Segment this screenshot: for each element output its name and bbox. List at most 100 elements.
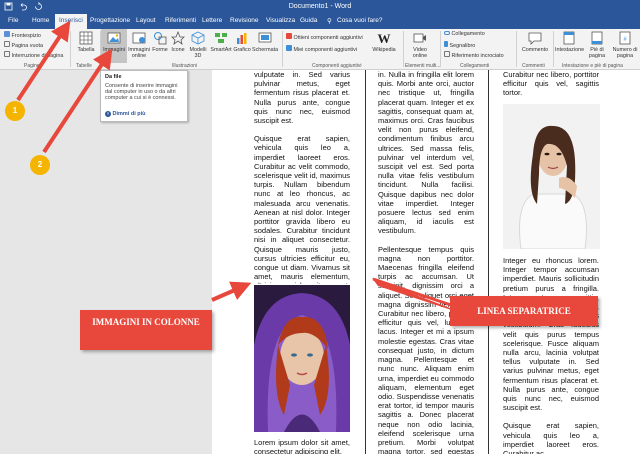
tooltip-more-label: Dimmi di più	[112, 111, 146, 117]
pagina-vuota-label: Pagina vuota	[11, 43, 43, 49]
schermata-label: Schermata	[252, 47, 279, 53]
wikipedia-button[interactable]: W Wikipedia	[370, 31, 398, 53]
ribbon-separator	[282, 31, 283, 67]
frontespizio-button[interactable]: Frontespizio	[4, 31, 41, 39]
pagina-vuota-button[interactable]: Pagina vuota	[4, 41, 43, 49]
miei-componenti-button[interactable]: Miei componenti aggiuntivi	[286, 45, 357, 53]
immagini-online-button[interactable]: Immagini online	[128, 31, 150, 59]
tell-me-input[interactable]: Cosa vuoi fare?	[337, 17, 383, 24]
smartart-button[interactable]: SmartArt	[210, 31, 232, 53]
tab-visualizza[interactable]: Visualizza	[266, 17, 295, 24]
video-online-button[interactable]: Video online	[407, 31, 433, 59]
ribbon-separator	[70, 31, 71, 67]
help-icon: ?	[105, 111, 111, 117]
col2-paragraph: Pellentesque tempus quis magna non portt…	[378, 244, 474, 454]
commento-button[interactable]: Commento	[520, 31, 550, 53]
tab-file[interactable]: File	[8, 17, 18, 24]
header-icon	[563, 31, 575, 45]
group-label-multimediali: Elementi multi...	[405, 63, 441, 69]
intestazione-button[interactable]: Intestazione	[555, 31, 585, 53]
icone-button[interactable]: Icone	[170, 30, 186, 53]
column-1-bottom-text[interactable]: Lorem ipsum dolor sit amet, consectetur …	[254, 438, 350, 454]
ribbon-separator	[403, 31, 404, 67]
store-icon	[286, 33, 292, 39]
video-online-label: Video online	[412, 47, 428, 59]
comment-icon	[528, 32, 542, 45]
step-1-badge: 1	[5, 101, 25, 121]
immagini-label: Immagini	[103, 47, 125, 53]
segnalibro-label: Segnalibro	[449, 43, 476, 49]
modelli-3d-button[interactable]: Modelli 3D	[188, 31, 208, 59]
white-shirt-photo[interactable]	[503, 104, 600, 249]
schermata-button[interactable]: Schermata	[252, 31, 278, 53]
pie-pagina-button[interactable]: Piè di pagina	[584, 31, 610, 59]
tab-revisione[interactable]: Revisione	[230, 17, 259, 24]
group-label-illustrazioni: Illustrazioni	[172, 63, 198, 69]
picture-icon	[107, 32, 121, 44]
numero-pagina-label: Numero di pagina	[612, 47, 638, 59]
tab-home[interactable]: Home	[32, 17, 49, 24]
forme-button[interactable]: Forme	[151, 31, 169, 53]
ottieni-label: Ottieni componenti aggiuntivi	[293, 35, 363, 41]
col3-paragraph: Integer eu rhoncus lorem. Integer tempor…	[503, 256, 599, 413]
group-label-commenti: Commenti	[522, 63, 545, 69]
interruzione-button[interactable]: Interruzione di pagina	[4, 51, 63, 59]
group-label-pagine: Pagine	[24, 63, 40, 69]
col2-paragraph: in. Nulla in fringilla elit lorem quis. …	[378, 70, 474, 236]
page-break-icon	[4, 51, 10, 57]
tab-inserisci[interactable]: Inserisci	[55, 14, 87, 29]
shapes-icon	[154, 32, 167, 45]
ottieni-componenti-button[interactable]: Ottieni componenti aggiuntivi	[286, 33, 363, 41]
ribbon-separator	[553, 31, 554, 67]
ribbon-separator	[440, 31, 441, 67]
page-number-icon: #	[619, 31, 631, 45]
column-separator-line	[488, 70, 489, 454]
smartart-icon	[215, 33, 227, 43]
tabella-button[interactable]: Tabella	[74, 31, 98, 53]
riferimento-label: Riferimento incrociato	[451, 53, 504, 59]
collegamento-button[interactable]: Collegamento	[444, 31, 485, 37]
online-picture-icon	[132, 32, 146, 44]
tab-layout[interactable]: Layout	[136, 17, 156, 24]
ribbon-tabs: File Home Inserisci Progettazione Layout…	[0, 14, 640, 29]
wikipedia-icon: W	[377, 31, 391, 46]
immagini-online-label: Immagini online	[128, 47, 150, 59]
column-1-text[interactable]: vulputate in. Sed varius pulvinar metus,…	[254, 70, 350, 284]
video-icon	[413, 33, 426, 43]
column-3-top-text[interactable]: Curabitur nec libero, porttitor efficitu…	[503, 70, 599, 100]
column-3-text[interactable]: Integer eu rhoncus lorem. Integer tempor…	[503, 256, 599, 454]
collegamento-label: Collegamento	[451, 31, 485, 37]
group-label-componenti: Componenti aggiuntivi	[312, 63, 362, 69]
forme-label: Forme	[152, 47, 168, 53]
lightbulb-icon: ⚲	[327, 18, 332, 25]
group-label-tabelle: Tabelle	[76, 63, 92, 69]
grafico-button[interactable]: Grafico	[233, 31, 251, 53]
wikipedia-label: Wikipedia	[372, 47, 396, 53]
segnalibro-button[interactable]: Segnalibro	[444, 41, 475, 49]
tooltip-title: Da file	[105, 74, 122, 80]
tab-lettere[interactable]: Lettere	[202, 17, 222, 24]
miei-label: Miei componenti aggiuntivi	[293, 47, 358, 53]
interruzione-label: Interruzione di pagina	[11, 53, 64, 59]
immagini-button[interactable]: Immagini	[101, 29, 127, 63]
footer-icon	[591, 31, 603, 45]
icone-label: Icone	[171, 47, 185, 53]
step-2-badge: 2	[30, 155, 50, 175]
numero-pagina-button[interactable]: # Numero di pagina	[610, 31, 640, 59]
icons-icon	[171, 30, 185, 45]
tab-progettazione[interactable]: Progettazione	[90, 17, 130, 24]
tab-riferimenti[interactable]: Riferimenti	[165, 17, 196, 24]
smartart-label: SmartArt	[210, 47, 232, 53]
intestazione-label: Intestazione	[555, 47, 585, 53]
riferimento-button[interactable]: Riferimento incrociato	[444, 51, 504, 59]
tab-guida[interactable]: Guida	[300, 17, 317, 24]
col1-paragraph: Quisque erat sapien, vehicula quis leo a…	[254, 134, 350, 284]
portrait-image-1	[254, 285, 350, 432]
insert-picture-tooltip: Da file Consente di inserire immagini da…	[100, 70, 188, 122]
tooltip-more-link[interactable]: ? Dimmi di più	[105, 111, 146, 117]
purple-hood-photo[interactable]	[254, 285, 350, 432]
table-icon	[79, 31, 93, 45]
bookmark-icon	[444, 41, 448, 47]
column-2-text[interactable]: in. Nulla in fringilla elit lorem quis. …	[378, 70, 474, 454]
tabella-label: Tabella	[77, 47, 95, 53]
